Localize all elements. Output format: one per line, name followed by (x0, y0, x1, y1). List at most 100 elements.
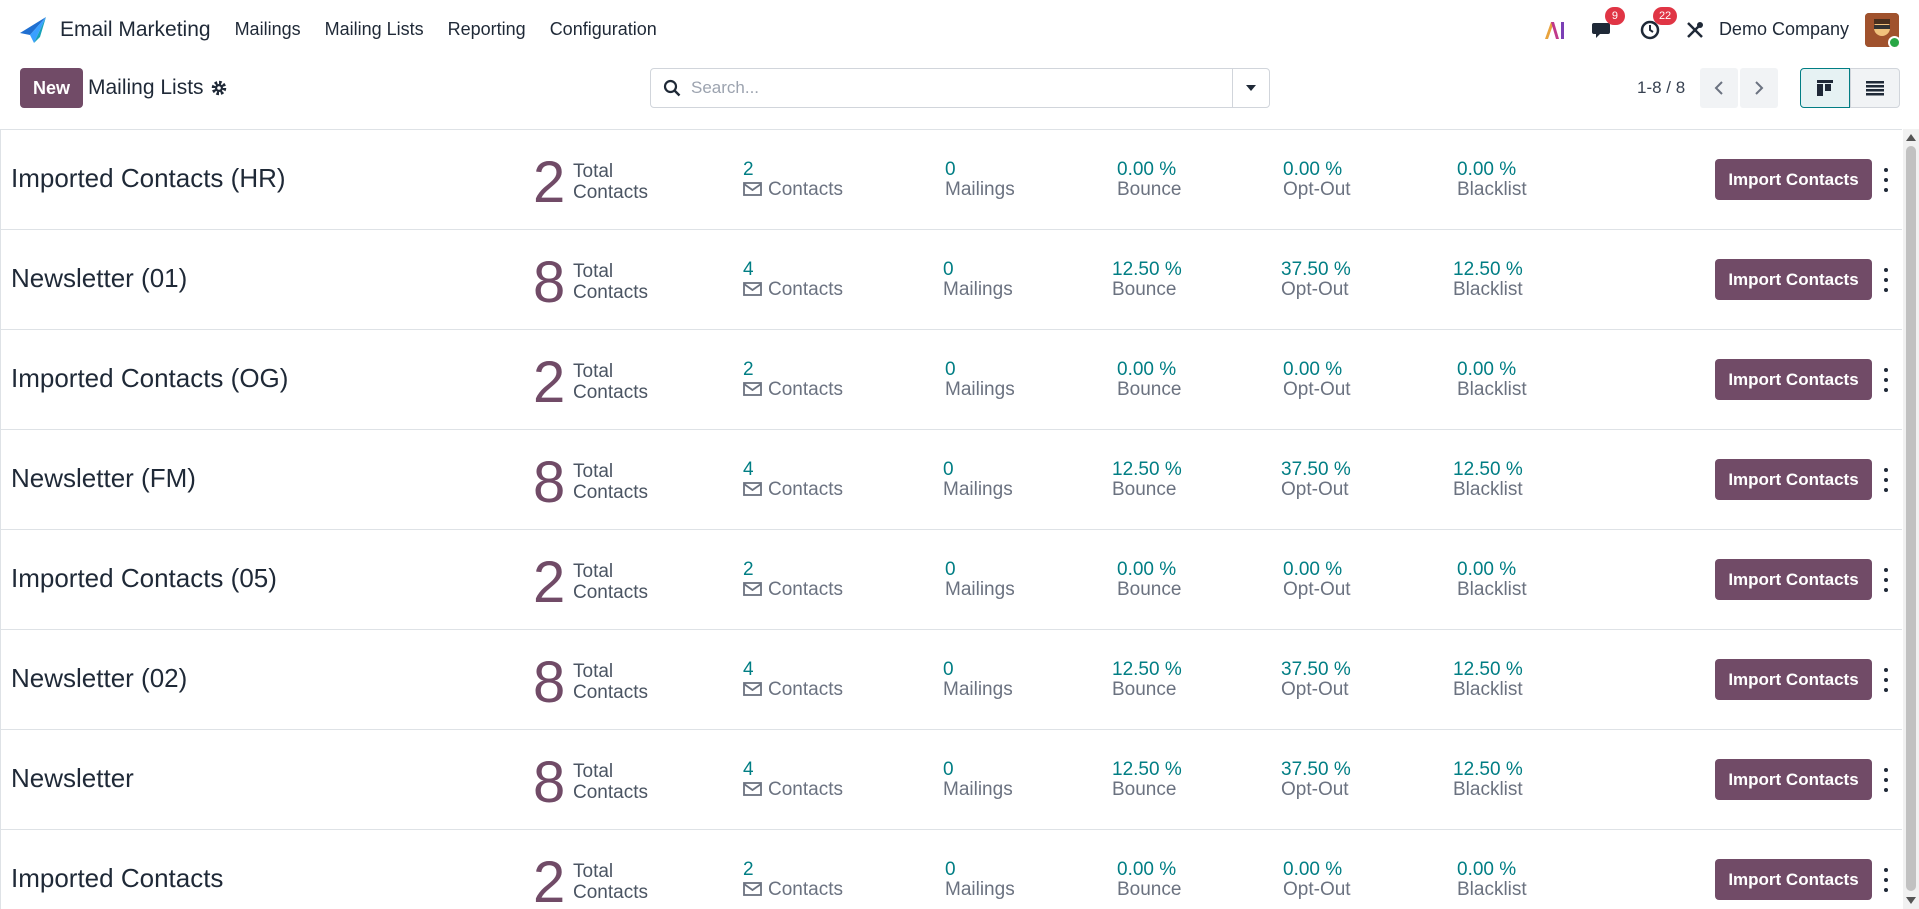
import-contacts-button[interactable]: Import Contacts (1715, 259, 1872, 300)
contacts-count[interactable]: 2 (743, 859, 754, 881)
mailing-list-name[interactable]: Imported Contacts (HR) (11, 163, 286, 194)
mailings-count[interactable]: 0 (945, 159, 956, 181)
search-options-toggle[interactable] (1232, 69, 1269, 107)
new-button[interactable]: New (20, 68, 83, 108)
blacklist-rate[interactable]: 0.00 % (1457, 859, 1516, 881)
mailings-count[interactable]: 0 (945, 559, 956, 581)
card-menu-icon[interactable] (1881, 268, 1891, 292)
mailing-list-name[interactable]: Imported Contacts (11, 863, 223, 894)
bounce-rate[interactable]: 12.50 % (1112, 259, 1182, 281)
import-contacts-button[interactable]: Import Contacts (1715, 759, 1872, 800)
bounce-rate[interactable]: 12.50 % (1112, 759, 1182, 781)
bounce-rate[interactable]: 0.00 % (1117, 359, 1176, 381)
menu-mailings[interactable]: Mailings (235, 19, 301, 40)
mailing-list-card[interactable]: Newsletter (FM) 8 Total Contacts 4 Contac… (0, 430, 1902, 530)
tools-icon[interactable] (1685, 20, 1705, 40)
import-contacts-button[interactable]: Import Contacts (1715, 359, 1872, 400)
card-menu-icon[interactable] (1881, 868, 1891, 892)
kanban-view-button[interactable] (1800, 68, 1850, 108)
pager-value[interactable]: 1-8 / 8 (1637, 78, 1685, 98)
vertical-scrollbar[interactable] (1903, 129, 1919, 909)
mailings-count[interactable]: 0 (943, 759, 954, 781)
optout-rate[interactable]: 37.50 % (1281, 459, 1351, 481)
card-menu-icon[interactable] (1881, 768, 1891, 792)
optout-rate[interactable]: 37.50 % (1281, 259, 1351, 281)
scroll-up-arrow-icon[interactable] (1906, 134, 1916, 141)
blacklist-rate[interactable]: 12.50 % (1453, 759, 1523, 781)
mailing-list-card[interactable]: Newsletter 8 Total Contacts 4 Contacts 0 … (0, 730, 1902, 830)
gear-icon[interactable] (210, 79, 228, 97)
mailing-list-card[interactable]: Imported Contacts (OG) 2 Total Contacts 2… (0, 330, 1902, 430)
email-marketing-logo-icon[interactable] (18, 15, 48, 45)
mailing-list-card[interactable]: Newsletter (01) 8 Total Contacts 4 Contac… (0, 230, 1902, 330)
chevron-left-icon (1714, 81, 1723, 95)
online-status-indicator (1888, 35, 1899, 47)
mailing-list-name[interactable]: Newsletter (11, 763, 134, 794)
mailings-count[interactable]: 0 (943, 659, 954, 681)
contacts-count[interactable]: 4 (743, 259, 754, 281)
bounce-rate[interactable]: 12.50 % (1112, 459, 1182, 481)
blacklist-rate[interactable]: 0.00 % (1457, 559, 1516, 581)
mailing-list-name[interactable]: Newsletter (01) (11, 263, 187, 294)
ai-icon[interactable] (1543, 20, 1567, 40)
contacts-count[interactable]: 2 (743, 359, 754, 381)
bounce-rate[interactable]: 0.00 % (1117, 859, 1176, 881)
contacts-count[interactable]: 2 (743, 559, 754, 581)
mailings-count[interactable]: 0 (943, 459, 954, 481)
blacklist-rate[interactable]: 0.00 % (1457, 359, 1516, 381)
mailing-list-name[interactable]: Newsletter (FM) (11, 463, 196, 494)
messages-icon[interactable]: 9 (1591, 6, 1625, 41)
card-menu-icon[interactable] (1881, 668, 1891, 692)
card-menu-icon[interactable] (1881, 568, 1891, 592)
import-contacts-button[interactable]: Import Contacts (1715, 659, 1872, 700)
contacts-count[interactable]: 2 (743, 159, 754, 181)
activities-clock-icon[interactable]: 22 (1639, 6, 1678, 41)
bounce-rate[interactable]: 0.00 % (1117, 159, 1176, 181)
mailings-count[interactable]: 0 (945, 859, 956, 881)
blacklist-rate[interactable]: 12.50 % (1453, 459, 1523, 481)
contacts-count[interactable]: 4 (743, 459, 754, 481)
optout-rate[interactable]: 0.00 % (1283, 859, 1342, 881)
mailings-count[interactable]: 0 (943, 259, 954, 281)
menu-configuration[interactable]: Configuration (550, 19, 657, 40)
app-name[interactable]: Email Marketing (60, 18, 211, 42)
pager-next-button[interactable] (1740, 68, 1778, 108)
mailing-list-card[interactable]: Imported Contacts (HR) 2 Total Contacts 2… (0, 130, 1902, 230)
import-contacts-button[interactable]: Import Contacts (1715, 559, 1872, 600)
optout-rate[interactable]: 0.00 % (1283, 159, 1342, 181)
blacklist-rate[interactable]: 12.50 % (1453, 259, 1523, 281)
import-contacts-button[interactable]: Import Contacts (1715, 859, 1872, 900)
bounce-rate[interactable]: 0.00 % (1117, 559, 1176, 581)
card-menu-icon[interactable] (1881, 368, 1891, 392)
mailing-list-card[interactable]: Newsletter (02) 8 Total Contacts 4 Contac… (0, 630, 1902, 730)
search-input[interactable] (691, 78, 1232, 98)
optout-rate[interactable]: 37.50 % (1281, 659, 1351, 681)
mailing-list-name[interactable]: Imported Contacts (OG) (11, 363, 288, 394)
company-switcher[interactable]: Demo Company (1719, 19, 1849, 40)
scroll-thumb[interactable] (1906, 146, 1916, 891)
card-menu-icon[interactable] (1881, 168, 1891, 192)
mailing-list-card[interactable]: Imported Contacts 2 Total Contacts 2 Cont… (0, 830, 1902, 909)
import-contacts-button[interactable]: Import Contacts (1715, 159, 1872, 200)
contacts-count[interactable]: 4 (743, 659, 754, 681)
card-menu-icon[interactable] (1881, 468, 1891, 492)
bounce-rate[interactable]: 12.50 % (1112, 659, 1182, 681)
optout-rate[interactable]: 0.00 % (1283, 559, 1342, 581)
user-avatar[interactable] (1865, 12, 1899, 47)
mailings-count[interactable]: 0 (945, 359, 956, 381)
menu-mailing-lists[interactable]: Mailing Lists (325, 19, 424, 40)
mailing-list-card[interactable]: Imported Contacts (05) 2 Total Contacts 2… (0, 530, 1902, 630)
pager-previous-button[interactable] (1700, 68, 1738, 108)
optout-rate[interactable]: 0.00 % (1283, 359, 1342, 381)
menu-reporting[interactable]: Reporting (448, 19, 526, 40)
optout-rate[interactable]: 37.50 % (1281, 759, 1351, 781)
contacts-count[interactable]: 4 (743, 759, 754, 781)
list-view-button[interactable] (1850, 68, 1900, 108)
mailing-list-name[interactable]: Imported Contacts (05) (11, 563, 277, 594)
blacklist-rate[interactable]: 0.00 % (1457, 159, 1516, 181)
scroll-down-arrow-icon[interactable] (1906, 897, 1916, 904)
mailing-list-name[interactable]: Newsletter (02) (11, 663, 187, 694)
bounce-label: Bounce (1112, 779, 1177, 800)
import-contacts-button[interactable]: Import Contacts (1715, 459, 1872, 500)
blacklist-rate[interactable]: 12.50 % (1453, 659, 1523, 681)
